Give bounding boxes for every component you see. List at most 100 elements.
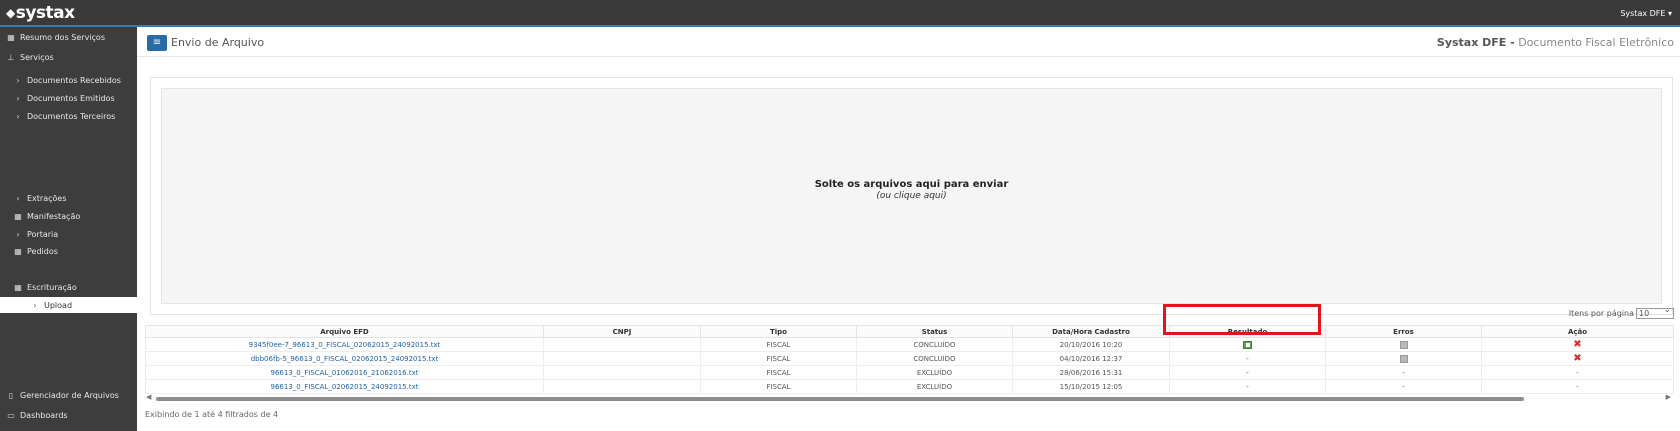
sidebar-item-servicos[interactable]: ⊥ Serviços [0,49,137,65]
column-header-data[interactable]: Data/Hora Cadastro [1012,325,1170,338]
sidebar-item-gerenciador[interactable]: ▯ Gerenciador de Arquivos [0,387,137,403]
grid-icon: ▦ [14,211,22,221]
sidebar-item-documentos-emitidos[interactable]: › Documentos Emitidos [0,90,137,106]
brand-title: Systax DFE - Documento Fiscal Eletrônico [1437,36,1674,49]
page-title: Envio de Arquivo [171,36,265,49]
items-per-page-label: Itens por página [1568,309,1634,318]
delete-icon[interactable]: ✖ [1573,339,1581,350]
acao-cell: ✖ [1481,337,1674,352]
logo-icon: ◆ [6,6,15,20]
column-header-status[interactable]: Status [856,325,1013,338]
column-header-acao[interactable]: Ação [1481,325,1674,338]
table-info: Exibindo de 1 até 4 filtrados de 4 [145,410,279,419]
column-header-arquivo[interactable]: Arquivo EFD [145,325,544,338]
systax-logo[interactable]: ◆ systax [6,3,75,23]
resultado-cell: - [1169,351,1326,366]
sidebar-item-label: Documentos Recebidos [27,75,121,85]
cnpj-cell [543,351,701,366]
table-row: 9345f0ee-7_96613_0_FISCAL_02062015_24092… [145,337,1674,352]
data-cell: 15/10/2015 12:05 [1012,379,1170,394]
sidebar-item-label: Documentos Terceiros [27,111,116,121]
sidebar-item-documentos-recebidos[interactable]: › Documentos Recebidos [0,72,137,88]
acao-cell: - [1481,379,1674,394]
sidebar-item-resumo[interactable]: ▦ Resumo dos Serviços [0,29,137,45]
sidebar-item-upload[interactable]: › Upload [0,297,137,313]
sidebar-item-label: Manifestação [27,211,81,221]
tipo-cell: FISCAL [700,379,857,394]
grid-icon: ▦ [7,32,15,42]
sidebar-item-manifestacao[interactable]: ▦ Manifestação [0,208,137,224]
cnpj-cell [543,337,701,352]
resultado-highlight-box [1163,304,1321,335]
items-per-page-select[interactable]: 10 [1636,306,1674,319]
logo-text: systax [15,3,75,23]
chevron-right-icon: › [33,300,37,310]
column-header-cnpj[interactable]: CNPJ [543,325,701,338]
file-icon: ▯ [8,390,14,400]
dropzone-message: Solte os arquivos aqui para enviar [814,179,1009,190]
sidebar-item-escrituracao[interactable]: ▦ Escrituração [0,279,137,295]
arquivo-link[interactable]: 96613_0_FISCAL_01062016_21062016.txt [145,365,544,380]
sidebar-item-label: Serviços [20,52,54,62]
delete-icon[interactable]: ✖ [1573,353,1581,364]
data-cell: 28/06/2016 15:31 [1012,365,1170,380]
sidebar-item-label: Documentos Emitidos [27,93,115,103]
status-cell: CONCLUÍDO [856,351,1013,366]
data-cell: 04/10/2016 12:37 [1012,351,1170,366]
menu-toggle-button[interactable]: ≡ [147,35,167,51]
status-cell: CONCLUÍDO [856,337,1013,352]
hamburger-icon: ≡ [152,37,162,48]
upload-table: Arquivo EFD CNPJ Tipo Status Data/Hora C… [145,325,1674,394]
tipo-cell: FISCAL [700,337,857,352]
sidebar-item-pedidos[interactable]: ▦ Pedidos [0,243,137,259]
status-cell: EXCLUÍDO [856,365,1013,380]
scroll-right-icon[interactable]: ▶ [1666,393,1671,401]
acao-cell: - [1481,365,1674,380]
cnpj-cell [543,379,701,394]
column-header-erros[interactable]: Erros [1325,325,1482,338]
sidebar-item-extracoes[interactable]: › Extrações [0,190,137,206]
sidebar-item-dashboards[interactable]: ▭ Dashboards [0,407,137,423]
acao-cell: ✖ [1481,351,1674,366]
items-per-page: Itens por página 10 [1568,306,1674,319]
sidebar-item-portaria[interactable]: › Portaria [0,226,137,242]
sidebar-item-label: Portaria [27,229,59,239]
brand-title-bold: Systax DFE - [1436,36,1515,49]
horizontal-scrollbar[interactable]: ◀ ▶ [146,393,1671,403]
user-menu[interactable]: Systax DFE ▾ [1620,9,1672,18]
sidebar-item-label: Upload [44,300,73,310]
column-header-tipo[interactable]: Tipo [700,325,857,338]
main-content: ≡ Envio de Arquivo Systax DFE - Document… [137,29,1680,431]
sidebar-item-documentos-terceiros[interactable]: › Documentos Terceiros [0,108,137,124]
scroll-left-icon[interactable]: ◀ [146,393,151,401]
scrollbar-thumb[interactable] [156,397,1524,401]
sidebar-item-label: Extrações [27,193,67,203]
resultado-cell: - [1169,379,1326,394]
erros-cell: - [1325,379,1482,394]
table-row: 96613_0_FISCAL_02062015_24092015.txt FIS… [145,379,1674,394]
resultado-cell: - [1169,365,1326,380]
erros-cell [1325,337,1482,352]
arquivo-link[interactable]: 9345f0ee-7_96613_0_FISCAL_02062015_24092… [145,337,544,352]
sidebar-item-label: Dashboards [20,410,68,420]
dropzone[interactable]: Solte os arquivos aqui para enviar (ou c… [161,88,1662,304]
document-icon[interactable] [1399,354,1408,363]
erros-cell [1325,351,1482,366]
tipo-cell: FISCAL [700,351,857,366]
data-cell: 20/10/2016 10:20 [1012,337,1170,352]
arquivo-link[interactable]: 96613_0_FISCAL_02062015_24092015.txt [145,379,544,394]
sitemap-icon: ⊥ [7,52,15,62]
status-cell: EXCLUÍDO [856,379,1013,394]
table-row: 96613_0_FISCAL_01062016_21062016.txt FIS… [145,365,1674,380]
cnpj-cell [543,365,701,380]
chevron-right-icon: › [16,75,20,85]
excel-icon[interactable] [1243,340,1252,349]
chevron-right-icon: › [16,111,20,121]
chevron-right-icon: › [16,93,20,103]
top-bar: ◆ systax Systax DFE ▾ [0,0,1680,27]
sidebar: ▦ Resumo dos Serviços ⊥ Serviços › Docum… [0,27,137,431]
resultado-cell [1169,337,1326,352]
document-icon[interactable] [1399,340,1408,349]
sidebar-item-label: Escrituração [27,282,77,292]
arquivo-link[interactable]: dbb06fb-5_96613_0_FISCAL_02062015_240920… [145,351,544,366]
